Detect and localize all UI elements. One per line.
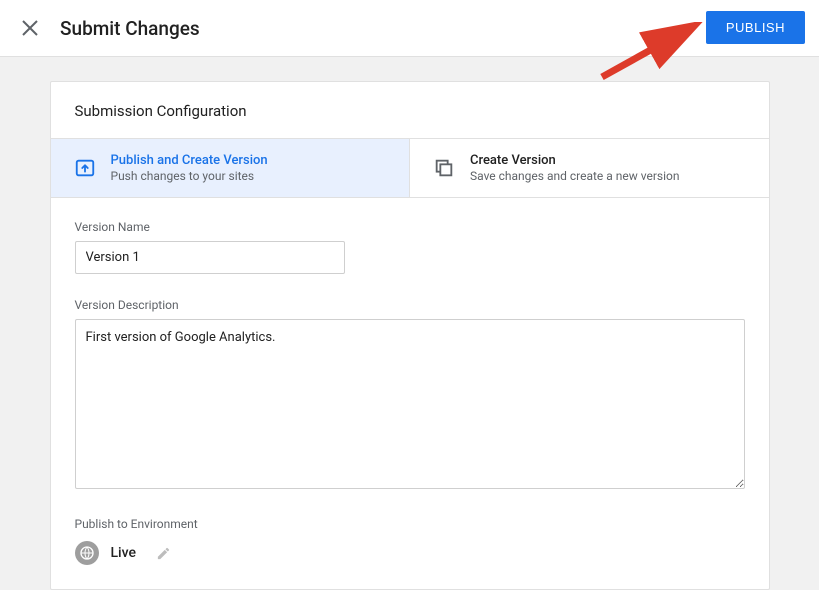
form-section: Version Name Version Description Publish… <box>51 198 769 589</box>
option-subtitle: Save changes and create a new version <box>470 169 679 183</box>
version-name-input[interactable] <box>75 241 345 274</box>
dialog-header: Submit Changes PUBLISH <box>0 0 819 57</box>
close-icon[interactable] <box>18 16 42 40</box>
page-title: Submit Changes <box>60 17 200 40</box>
option-title: Create Version <box>470 153 679 168</box>
version-desc-label: Version Description <box>75 298 745 312</box>
submission-options: Publish and Create Version Push changes … <box>51 139 769 198</box>
version-desc-group: Version Description <box>75 298 745 493</box>
version-name-label: Version Name <box>75 220 745 234</box>
version-name-group: Version Name <box>75 220 745 274</box>
version-desc-input[interactable] <box>75 319 745 489</box>
option-publish-and-create[interactable]: Publish and Create Version Push changes … <box>51 139 410 197</box>
publish-env-label: Publish to Environment <box>75 517 745 531</box>
globe-icon <box>75 541 99 565</box>
option-text: Publish and Create Version Push changes … <box>111 153 268 183</box>
submission-card: Submission Configuration Publish and Cre… <box>50 81 770 590</box>
version-icon <box>432 156 456 180</box>
option-text: Create Version Save changes and create a… <box>470 153 679 183</box>
option-title: Publish and Create Version <box>111 153 268 168</box>
pencil-icon[interactable] <box>156 546 171 561</box>
card-section-title: Submission Configuration <box>51 82 769 139</box>
environment-name: Live <box>111 545 136 561</box>
publish-env-group: Publish to Environment Live <box>75 517 745 565</box>
option-create-version[interactable]: Create Version Save changes and create a… <box>409 139 769 197</box>
option-subtitle: Push changes to your sites <box>111 169 268 183</box>
publish-icon <box>73 156 97 180</box>
environment-row: Live <box>75 541 745 565</box>
publish-button[interactable]: PUBLISH <box>706 11 805 44</box>
